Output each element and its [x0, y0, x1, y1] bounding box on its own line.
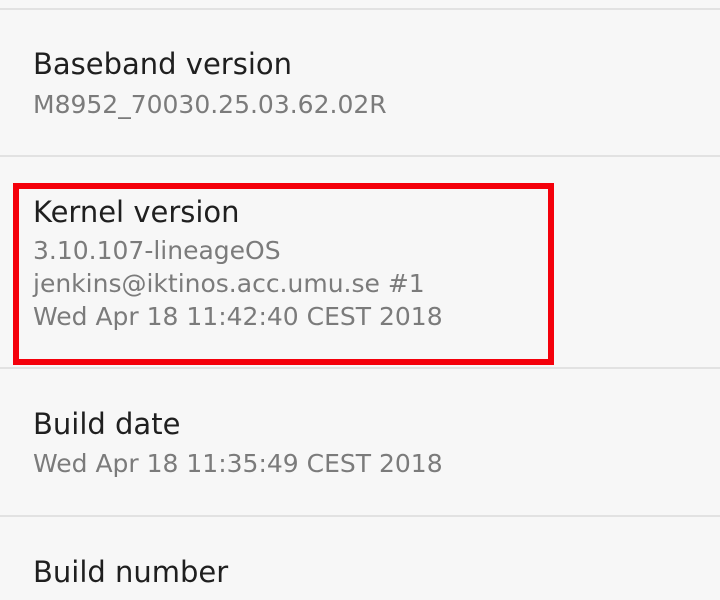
- build-number-title: Build number: [33, 555, 229, 589]
- build-date-item[interactable]: Build date Wed Apr 18 11:35:49 CEST 2018: [0, 369, 720, 515]
- build-date-value: Wed Apr 18 11:35:49 CEST 2018: [33, 449, 443, 478]
- red-highlight-annotation: [13, 183, 554, 365]
- baseband-version-value: M8952_70030.25.03.62.02R: [33, 90, 387, 119]
- build-date-title: Build date: [33, 407, 181, 441]
- build-number-item[interactable]: Build number: [0, 517, 720, 600]
- about-phone-screen: Baseband version M8952_70030.25.03.62.02…: [0, 0, 720, 600]
- baseband-version-item[interactable]: Baseband version M8952_70030.25.03.62.02…: [0, 10, 720, 155]
- baseband-version-title: Baseband version: [33, 47, 293, 81]
